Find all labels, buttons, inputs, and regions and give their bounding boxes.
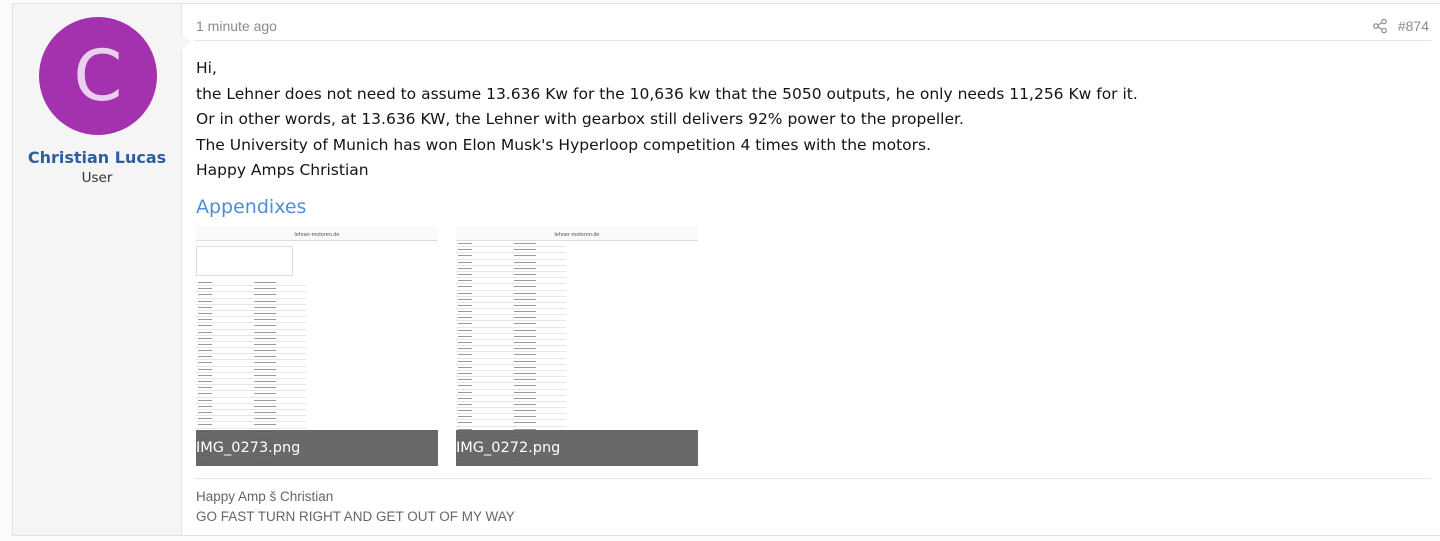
user-title: User (81, 170, 113, 186)
post-number-link[interactable]: #874 (1398, 18, 1429, 34)
signature-line: GO FAST TURN RIGHT AND GET OUT OF MY WAY (196, 509, 515, 524)
post-line: the Lehner does not need to assume 13.63… (196, 84, 1138, 103)
forum-post: C Christian Lucas User 1 minute ago #874 (12, 3, 1440, 536)
avatar-letter: C (73, 35, 123, 117)
avatar[interactable]: C (39, 17, 157, 135)
user-panel-arrow (181, 34, 191, 50)
share-icon[interactable] (1372, 18, 1388, 34)
attachment-filename[interactable]: IMG_0273.png (196, 430, 438, 466)
document-site: lehner-motoren.de (554, 232, 600, 238)
user-info-panel: C Christian Lucas User (13, 4, 182, 535)
post-timestamp[interactable]: 1 minute ago (196, 18, 277, 34)
username-link[interactable]: Christian Lucas (13, 148, 181, 167)
attachment-filename[interactable]: IMG_0272.png (456, 430, 698, 466)
post-line: Or in other words, at 13.636 KW, the Leh… (196, 110, 964, 128)
attachment-thumbnail[interactable]: lehner-motoren.de IMG_0273.png (196, 226, 438, 466)
attachment-thumbnail[interactable]: lehner-motoren.de IMG_0272.png (456, 226, 698, 466)
post-line: Happy Amps Christian (196, 161, 369, 179)
document-box (196, 246, 293, 276)
user-signature: Happy Amp š Christian GO FAST TURN RIGHT… (194, 478, 1431, 527)
post-line: The University of Munich has won Elon Mu… (196, 135, 932, 154)
post-meta-bar: 1 minute ago #874 (194, 16, 1431, 41)
appendixes-heading: Appendixes (196, 196, 307, 218)
signature-line: Happy Amp š Christian (196, 489, 334, 504)
post-body: Hi, the Lehner does not need to assume 1… (196, 56, 1426, 184)
post-line: Hi, (196, 59, 217, 77)
document-site: lehner-motoren.de (294, 232, 340, 238)
